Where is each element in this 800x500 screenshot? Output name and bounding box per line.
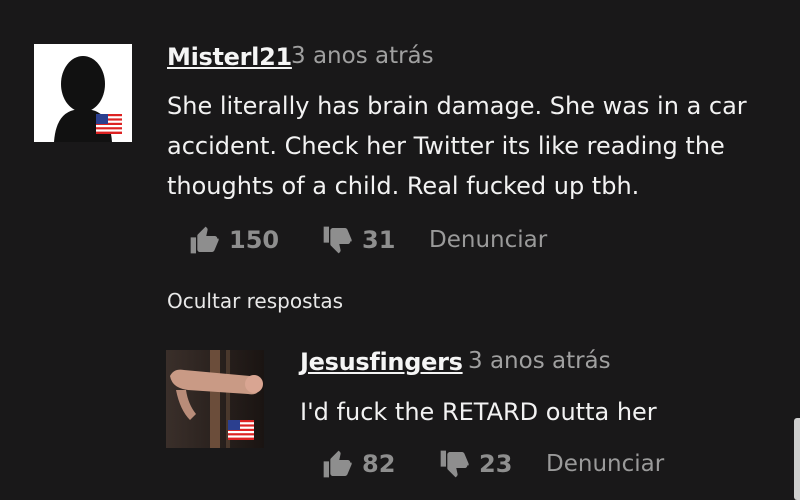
thumbs-up-icon <box>323 450 352 478</box>
avatar[interactable] <box>34 44 132 142</box>
dislike-count: 31 <box>362 226 396 254</box>
comment-body: She literally has brain damage. She was … <box>167 86 747 206</box>
comment: Misterl21 3 anos atrás She literally has… <box>0 0 800 313</box>
like-count: 82 <box>362 450 396 478</box>
us-flag-icon <box>228 420 254 440</box>
comment-username[interactable]: Misterl21 <box>167 43 292 71</box>
comment-body-line: I'd fuck the RETARD outta her <box>300 398 657 426</box>
like-button[interactable]: 82 <box>320 448 395 480</box>
comment-body-line: thoughts of a child. Real fucked up tbh. <box>167 172 640 200</box>
dislike-button[interactable]: 31 <box>320 224 395 256</box>
thumbs-up-icon <box>190 226 219 254</box>
comment-body-line: She literally has brain damage. She was … <box>167 92 747 120</box>
comment-timestamp: 3 anos atrás <box>468 348 611 374</box>
comment-body-line: accident. Check her Twitter its like rea… <box>167 132 725 160</box>
us-flag-icon <box>96 114 122 134</box>
comment-username[interactable]: Jesusfingers <box>300 348 463 376</box>
dislike-button[interactable]: 23 <box>437 448 512 480</box>
report-button[interactable]: Denunciar <box>546 451 664 477</box>
thumbs-down-icon <box>323 226 352 254</box>
comment-body: I'd fuck the RETARD outta her <box>300 392 657 432</box>
thumbs-down-icon <box>440 450 469 478</box>
report-button[interactable]: Denunciar <box>429 227 547 253</box>
like-button[interactable]: 150 <box>187 224 279 256</box>
avatar[interactable] <box>166 350 264 448</box>
scrollbar[interactable] <box>794 418 800 500</box>
like-count: 150 <box>229 226 280 254</box>
dislike-count: 23 <box>479 450 513 478</box>
comment-timestamp: 3 anos atrás <box>291 43 434 69</box>
reply-comment: Jesusfingers 3 anos atrás I'd fuck the R… <box>0 290 800 500</box>
